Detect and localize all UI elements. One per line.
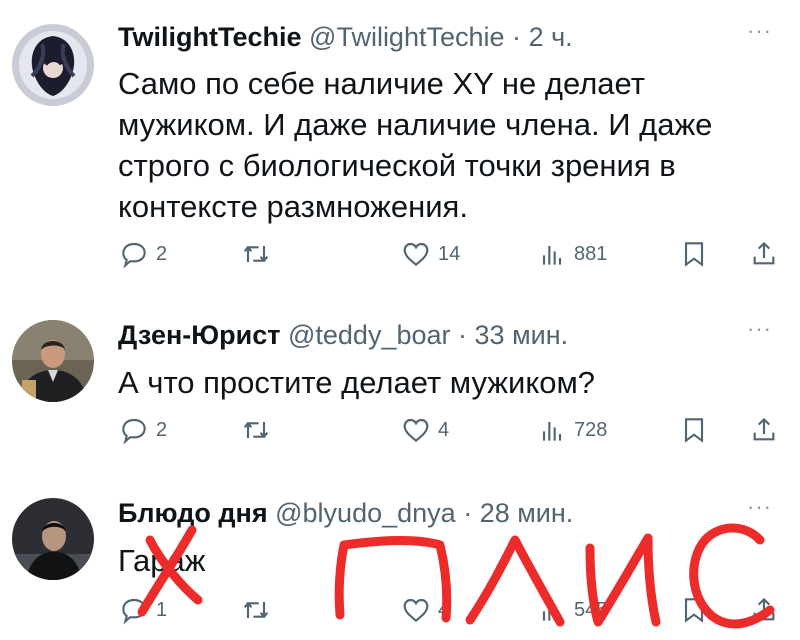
- share-upload-icon: [753, 417, 775, 441]
- separator-dot: ·: [458, 320, 468, 350]
- tweet-text-line: контексте размножения.: [118, 189, 468, 224]
- retweet-arrows-icon: [243, 421, 269, 439]
- reply-button[interactable]: 2: [118, 238, 167, 270]
- author-name[interactable]: Блюдо дня: [118, 498, 268, 528]
- views-button[interactable]: 728: [536, 414, 607, 446]
- share-upload-icon: [753, 241, 775, 265]
- bar-chart-icon: [542, 246, 562, 265]
- author-name[interactable]: Дзен-Юрист: [118, 320, 280, 350]
- tweet-text-line: строго с биологической точки зрения в: [118, 148, 676, 183]
- separator-dot: ·: [512, 22, 522, 52]
- tweet-2[interactable]: Дзен-Юрист @teddy_boar · 33 мин. ··· А ч…: [0, 310, 800, 470]
- reply-count: 2: [156, 242, 168, 265]
- author-handle[interactable]: @blyudo_dnya: [275, 498, 456, 528]
- timestamp[interactable]: 2 ч.: [529, 22, 573, 52]
- like-button[interactable]: 4: [400, 414, 449, 446]
- tweet-text-line: А что простите делает мужиком?: [118, 365, 596, 400]
- tweet-3[interactable]: Блюдо дня @blyudo_dnya · 28 мин. ··· Гар…: [0, 490, 800, 640]
- tweet-header: TwilightTechie @TwilightTechie · 2 ч.: [118, 22, 573, 53]
- like-count: 4: [438, 418, 450, 441]
- like-button[interactable]: 4: [400, 594, 449, 626]
- bookmark-button[interactable]: [678, 238, 710, 270]
- bookmark-button[interactable]: [678, 414, 710, 446]
- more-dots-icon[interactable]: ···: [747, 18, 772, 44]
- more-dots-icon[interactable]: ···: [747, 494, 772, 520]
- avatar[interactable]: [12, 24, 94, 106]
- bookmark-button[interactable]: [678, 594, 710, 626]
- like-button[interactable]: 14: [400, 238, 460, 270]
- speech-bubble-icon: [122, 598, 146, 625]
- retweet-button[interactable]: [240, 594, 272, 626]
- tweet-header: Дзен-Юрист @teddy_boar · 33 мин.: [118, 320, 568, 351]
- share-button[interactable]: [748, 238, 780, 270]
- views-count: 545: [574, 598, 608, 621]
- like-count: 4: [438, 598, 450, 621]
- heart-icon: [403, 418, 429, 443]
- tweet-text-line: Гараж: [118, 543, 206, 578]
- views-button[interactable]: 545: [536, 594, 607, 626]
- bookmark-icon: [684, 598, 704, 623]
- share-button[interactable]: [748, 414, 780, 446]
- action-bar: 2 4 728: [118, 414, 798, 450]
- speech-bubble-icon: [122, 418, 146, 445]
- views-count: 881: [574, 242, 608, 265]
- reply-count: 1: [156, 598, 168, 621]
- bar-chart-icon: [542, 602, 562, 621]
- views-count: 728: [574, 418, 608, 441]
- retweet-button[interactable]: [240, 414, 272, 446]
- timestamp[interactable]: 28 мин.: [480, 498, 574, 528]
- reply-button[interactable]: 1: [118, 594, 167, 626]
- like-count: 14: [438, 242, 461, 265]
- action-bar: 2 14 881: [118, 238, 798, 274]
- share-button[interactable]: [748, 594, 780, 626]
- tweet-text: А что простите делает мужиком?: [118, 362, 758, 403]
- author-handle[interactable]: @TwilightTechie: [309, 22, 505, 52]
- tweet-text-line: Само по себе наличие XY не делает: [118, 66, 645, 101]
- reply-count: 2: [156, 418, 168, 441]
- tweet-text: Само по себе наличие XY не делает мужико…: [118, 63, 758, 227]
- timestamp[interactable]: 33 мин.: [475, 320, 569, 350]
- avatar[interactable]: [12, 320, 94, 402]
- speech-bubble-icon: [122, 242, 146, 269]
- retweet-arrows-icon: [243, 601, 269, 619]
- bar-chart-icon: [542, 422, 562, 441]
- share-upload-icon: [753, 597, 775, 621]
- views-button[interactable]: 881: [536, 238, 607, 270]
- bookmark-icon: [684, 242, 704, 267]
- author-handle[interactable]: @teddy_boar: [288, 320, 451, 350]
- heart-icon: [403, 242, 429, 267]
- author-name[interactable]: TwilightTechie: [118, 22, 302, 52]
- bookmark-icon: [684, 418, 704, 443]
- separator-dot: ·: [463, 498, 473, 528]
- tweet-text-line: мужиком. И даже наличие члена. И даже: [118, 107, 713, 142]
- action-bar: 1 4 545: [118, 594, 798, 630]
- heart-icon: [403, 598, 429, 623]
- tweet-text: Гараж: [118, 540, 758, 581]
- tweet-header: Блюдо дня @blyudo_dnya · 28 мин.: [118, 498, 573, 529]
- retweet-button[interactable]: [240, 238, 272, 270]
- reply-button[interactable]: 2: [118, 414, 167, 446]
- avatar[interactable]: [12, 498, 94, 580]
- more-dots-icon[interactable]: ···: [747, 316, 772, 342]
- tweet-1[interactable]: TwilightTechie @TwilightTechie · 2 ч. ··…: [0, 10, 800, 300]
- retweet-arrows-icon: [243, 245, 269, 263]
